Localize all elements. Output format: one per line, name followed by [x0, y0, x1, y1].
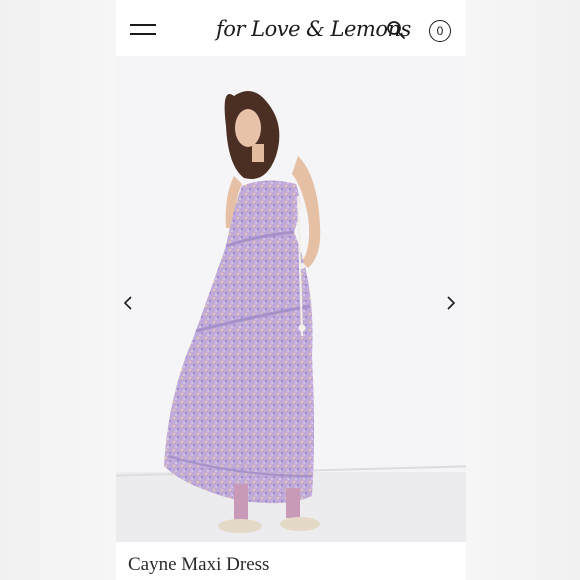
- phone-screen: for Love & Lemons 0 Cayne Maxi Dress: [116, 0, 466, 580]
- chevron-right-icon: [447, 296, 456, 310]
- search-icon[interactable]: [386, 20, 406, 40]
- gallery-next-button[interactable]: [441, 292, 461, 314]
- product-title: Cayne Maxi Dress: [128, 554, 270, 575]
- brand-logo[interactable]: for Love & Lemons: [216, 12, 411, 46]
- site-header: for Love & Lemons 0: [116, 0, 466, 56]
- gallery-prev-button[interactable]: [118, 292, 138, 314]
- chevron-left-icon: [123, 296, 132, 310]
- product-photo: [164, 91, 321, 533]
- left-backdrop: [0, 0, 116, 580]
- right-backdrop: [466, 0, 580, 580]
- product-info: Cayne Maxi Dress: [116, 542, 466, 580]
- hamburger-menu-icon[interactable]: [130, 22, 156, 36]
- cart-button[interactable]: 0: [429, 20, 451, 42]
- cart-count: 0: [436, 24, 444, 38]
- product-image-gallery[interactable]: [116, 56, 466, 542]
